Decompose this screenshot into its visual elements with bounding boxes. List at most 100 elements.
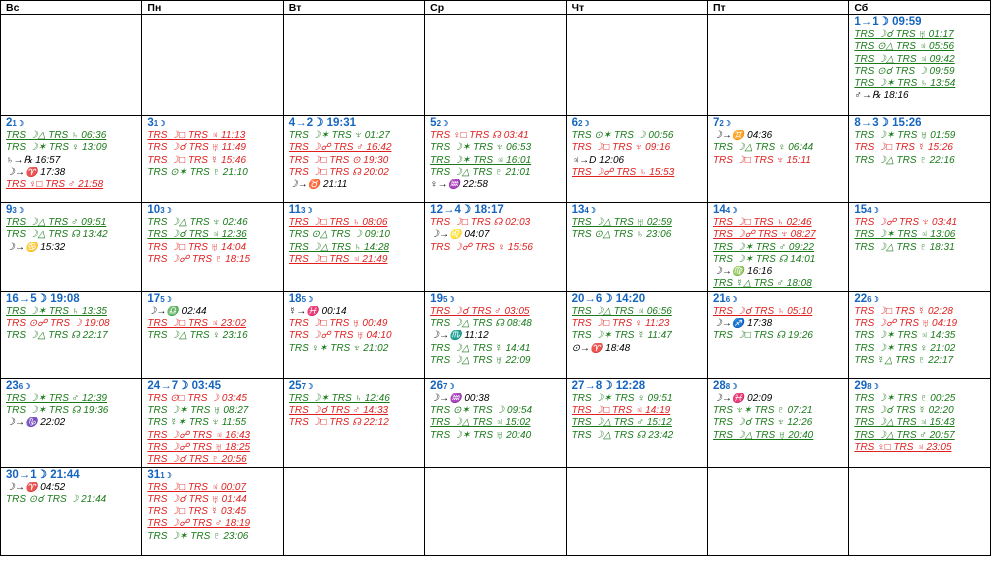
transit-event: TRS ☿△ TRS ♂ 18:08 bbox=[712, 278, 812, 290]
transit-event: TRS ☽△ TRS ♂ 09:51 bbox=[6, 217, 107, 228]
day-cell[interactable]: 185☽ ☿→♓ 00:14 TRS ☽□ TRS ♅ 00:49 TRS ☽☍ TR… bbox=[282, 290, 426, 379]
empty-day-cell bbox=[848, 466, 991, 556]
transit-event: TRS ☽△ TRS ♄ 14:28 bbox=[288, 241, 390, 253]
transit-event: TRS ☽□ TRS ☊ 22:12 bbox=[288, 417, 389, 429]
day-header: 27→8☽ 12:28 bbox=[572, 380, 707, 393]
transit-event: TRS ☽✶ TRS ♂ 12:39 bbox=[6, 392, 107, 404]
day-cell[interactable]: 288☽ ☽→♓ 02:09 TRS ♆✶ TRS ♇ 07:21 TRS ☽☌ TR… bbox=[706, 377, 850, 468]
transit-event: TRS ☽□ TRS ♅ 00:49 bbox=[288, 318, 388, 330]
day-cell[interactable]: 216☽ TRS ☽☌ TRS ♄ 05:10 ☽→♐ 17:38 TRS ☽□ TR… bbox=[706, 290, 850, 379]
day-cell[interactable]: 8→3☽ 15:26 TRS ☽✶ TRS ♅ 01:59 TRS ☽□ TRS ☿… bbox=[848, 115, 991, 203]
moon-day-label: 3☽ bbox=[160, 206, 172, 215]
ingress-event: ♄→℞ 16:57 bbox=[6, 154, 61, 166]
day-cell[interactable]: 144☽ TRS ☽□ TRS ♄ 02:46 TRS ☽☍ TRS ♆ 08:27… bbox=[706, 202, 850, 292]
moon-day-label: →4☽ 18:17 bbox=[442, 204, 504, 216]
transit-event: TRS ⊙✶ TRS ♇ 21:10 bbox=[147, 166, 248, 178]
day-number: 10 bbox=[147, 204, 161, 216]
moon-day-label: 4☽ bbox=[584, 206, 596, 215]
day-cell[interactable]: 298☽ TRS ☽✶ TRS ♇ 00:25 TRS ☽☌ TRS ☿ 02:20… bbox=[848, 377, 991, 468]
transit-event: TRS ☽△ TRS ♇ 21:01 bbox=[430, 166, 531, 178]
transit-event: TRS ⊙□ TRS ☽ 03:45 bbox=[147, 392, 247, 404]
transit-event: TRS ☽☌ TRS ♅ 01:44 bbox=[147, 493, 247, 505]
day-header: 175☽ bbox=[147, 293, 282, 306]
transit-event: TRS ☽☍ TRS ♇ 18:15 bbox=[147, 253, 251, 265]
day-cell[interactable]: 62☽ TRS ⊙✶ TRS ☽ 00:56 TRS ☽□ TRS ♆ 09:16 ♃… bbox=[565, 115, 708, 203]
day-number: 25 bbox=[288, 379, 302, 392]
day-cell[interactable]: 311☽ TRS ☽□ TRS ♃ 00:07 TRS ☽☌ TRS ♅ 01:44… bbox=[141, 466, 284, 556]
day-header: 154☽ bbox=[854, 204, 989, 217]
day-cell[interactable]: 93☽ TRS ☽△ TRS ♂ 09:51 TRS ☽△ TRS ☊ 13:42 ☽… bbox=[0, 202, 143, 292]
moon-day-label: 4☽ bbox=[725, 206, 738, 215]
day-cell[interactable]: 16→5☽ 19:08 TRS ☽✶ TRS ♄ 13:35 TRS ⊙☍ TRS … bbox=[0, 290, 143, 379]
day-cell[interactable]: 267☽ ☽→♒ 00:38 TRS ⊙✶ TRS ☽ 09:54 TRS ☽△ TR… bbox=[424, 377, 567, 468]
day-cell[interactable]: 1→1☽ 09:59 TRS ☽☌ TRS ♅ 01:17 TRS ⊙△ TRS ♃… bbox=[848, 14, 991, 116]
day-header: 185☽ bbox=[289, 293, 424, 306]
transit-event: TRS ☽△ TRS ☊ 08:48 bbox=[430, 318, 532, 330]
transit-event: TRS ☽✶ TRS ☿ 11:47 bbox=[571, 330, 672, 342]
transit-event: TRS ☽□ TRS ☿ 15:46 bbox=[147, 154, 247, 166]
moon-day-label: →1☽ 21:44 bbox=[18, 468, 80, 481]
empty-day-cell bbox=[565, 466, 708, 556]
day-cell[interactable]: 52☽ TRS ♀□ TRS ☊ 03:41 TRS ☽✶ TRS ♆ 06:53 T… bbox=[424, 115, 567, 203]
week-row: 93☽ TRS ☽△ TRS ♂ 09:51 TRS ☽△ TRS ☊ 13:42 ☽… bbox=[0, 202, 991, 292]
day-cell[interactable]: 154☽ TRS ☽☍ TRS ♆ 03:41 TRS ☽✶ TRS ♃ 13:06… bbox=[848, 202, 991, 292]
transit-event: TRS ⊙☌ TRS ☽ 21:44 bbox=[6, 493, 107, 505]
day-cell[interactable]: 31☽ TRS ☽□ TRS ♃ 11:13 TRS ☽☌ TRS ♅ 11:49 T… bbox=[141, 115, 284, 203]
transit-event: TRS ♆✶ TRS ♇ 07:21 bbox=[712, 405, 813, 417]
ingress-event: ☽→♈ 04:52 bbox=[6, 481, 66, 493]
week-row: 30→1☽ 21:44 ☽→♈ 04:52 TRS ⊙☌ TRS ☽ 21:44 31… bbox=[0, 466, 991, 556]
transit-event: TRS ☽☍ TRS ♅ 18:25 bbox=[147, 441, 251, 453]
ingress-event: ☽→♒ 00:38 bbox=[430, 392, 490, 404]
day-cell[interactable]: 4→2☽ 19:31 TRS ☽✶ TRS ♆ 01:27 TRS ☽☍ TRS ♂… bbox=[282, 115, 426, 203]
transit-event: TRS ☽△ TRS ☊ 23:42 bbox=[571, 429, 674, 441]
weekday-header-row: Вс Пн Вт Ср Чт Пт Сб bbox=[0, 0, 991, 15]
day-number: 11 bbox=[288, 204, 301, 216]
transit-event: TRS ☿△ TRS ♇ 22:17 bbox=[854, 354, 954, 366]
day-header: 72☽ bbox=[713, 117, 848, 130]
day-cell[interactable]: 21☽ TRS ☽△ TRS ♄ 06:36 TRS ☽✶ TRS ♀ 13:09 ♄… bbox=[0, 115, 143, 203]
transit-event: TRS ☽△ TRS ♃ 09:42 bbox=[854, 53, 955, 65]
transit-event: TRS ☽✶ TRS ♀ 09:51 bbox=[571, 392, 673, 404]
moon-day-label: 4☽ bbox=[867, 206, 879, 215]
weekday-sun: Вс bbox=[0, 0, 143, 15]
day-cell[interactable]: 20→6☽ 14:20 TRS ☽△ TRS ♃ 06:56 TRS ☽□ TRS … bbox=[565, 290, 708, 379]
ingress-event: ♂→℞ 18:16 bbox=[854, 90, 909, 102]
day-cell[interactable]: 103☽ TRS ☽△ TRS ♆ 02:46 TRS ☽☌ TRS ♃ 12:36… bbox=[141, 202, 284, 292]
day-cell[interactable]: 195☽ TRS ☽☌ TRS ♂ 03:05 TRS ☽△ TRS ☊ 08:48… bbox=[424, 290, 567, 379]
day-number: 12 bbox=[430, 204, 443, 216]
moon-day-label: 8☽ bbox=[867, 381, 879, 391]
day-header: 52☽ bbox=[430, 117, 565, 130]
ingress-event: ☽→♊ 04:36 bbox=[712, 130, 773, 141]
ingress-event: ⊙→♈ 18:48 bbox=[571, 342, 631, 354]
calendar-grid: Вс Пн Вт Ср Чт Пт Сб 1→1☽ 09:59 TRS ☽☌ TR… bbox=[0, 0, 991, 556]
day-cell[interactable]: 30→1☽ 21:44 ☽→♈ 04:52 TRS ⊙☌ TRS ☽ 21:44 bbox=[0, 466, 143, 556]
moon-day-label: 7☽ bbox=[442, 381, 455, 391]
day-cell[interactable]: 113☽ TRS ☽□ TRS ♄ 08:06 TRS ⊙△ TRS ☽ 09:10… bbox=[282, 202, 426, 292]
day-header: 31☽ bbox=[147, 117, 282, 130]
day-cell[interactable]: 226☽ TRS ☽□ TRS ☿ 02:28 TRS ☽☍ TRS ♅ 04:19… bbox=[848, 290, 991, 379]
day-cell[interactable]: 175☽ ☽→♎ 02:44 TRS ☽□ TRS ♃ 23:02 TRS ☽△ TR… bbox=[141, 290, 284, 379]
transit-event: TRS ☽□ TRS ♄ 02:46 bbox=[712, 217, 812, 228]
moon-day-label: 6☽ bbox=[725, 294, 738, 304]
day-header: 16→5☽ 19:08 bbox=[6, 293, 141, 306]
day-cell[interactable]: 257☽ TRS ☽✶ TRS ♄ 12:46 TRS ☽☌ TRS ♂ 14:33… bbox=[282, 377, 426, 468]
transit-event: TRS ☽✶ TRS ♀ 13:09 bbox=[6, 142, 107, 154]
transit-event: TRS ☽✶ TRS ♀ 21:02 bbox=[854, 342, 956, 354]
day-header: 62☽ bbox=[572, 117, 707, 130]
day-cell[interactable]: 27→8☽ 12:28 TRS ☽✶ TRS ♀ 09:51 TRS ☽□ TRS … bbox=[565, 377, 708, 468]
transit-event: TRS ☽△ TRS ♄ 06:36 bbox=[6, 130, 107, 141]
ingress-event: ☽→♓ 02:09 bbox=[712, 392, 773, 404]
day-cell[interactable]: 12→4☽ 18:17 TRS ☽□ TRS ☊ 02:03 ☽→♌ 04:07 TR… bbox=[424, 202, 567, 292]
empty-day-cell bbox=[0, 14, 143, 116]
ingress-event: ☽→♈ 17:38 bbox=[6, 166, 66, 178]
day-cell[interactable]: 72☽ ☽→♊ 04:36 TRS ☽△ TRS ♀ 06:44 TRS ☽□ TRS… bbox=[706, 115, 850, 203]
day-cell[interactable]: 236☽ TRS ☽✶ TRS ♂ 12:39 TRS ☽✶ TRS ☊ 19:36… bbox=[0, 377, 143, 468]
day-number: 23 bbox=[6, 379, 19, 392]
day-cell[interactable]: 134☽ TRS ☽△ TRS ♅ 02:59 TRS ⊙△ TRS ♄ 23:06 bbox=[565, 202, 708, 292]
day-number: 26 bbox=[430, 379, 443, 392]
transit-event: TRS ☿✶ TRS ♆ 11:55 bbox=[147, 417, 247, 429]
day-cell[interactable]: 24→7☽ 03:45 TRS ⊙□ TRS ☽ 03:45 TRS ☽✶ TRS … bbox=[141, 377, 284, 468]
day-header: 216☽ bbox=[713, 293, 848, 306]
day-header: 12→4☽ 18:17 bbox=[430, 204, 565, 217]
transit-event: TRS ☽△ TRS ☊ 22:17 bbox=[6, 330, 108, 342]
